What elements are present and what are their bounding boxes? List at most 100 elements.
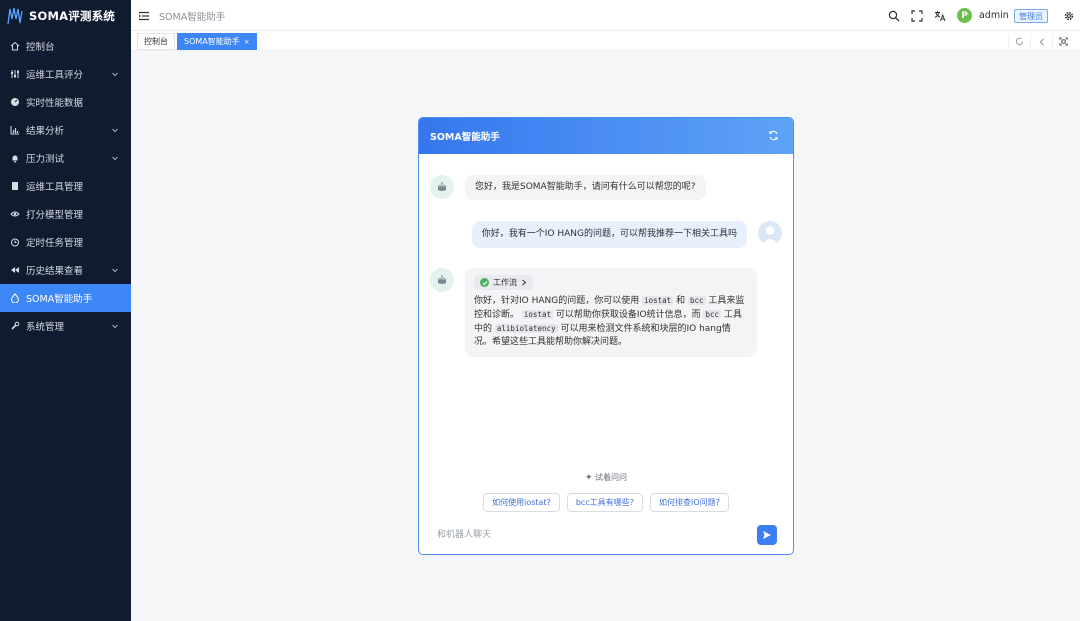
alarm-icon	[10, 237, 20, 247]
chevron-down-icon	[112, 128, 118, 133]
sidebar-item-system-admin[interactable]: 系统管理	[0, 312, 131, 340]
reply-text: 你好，针对IO HANG的问题，你可以使用	[474, 296, 640, 306]
tab-label: SOMA智能助手	[184, 37, 240, 46]
try-ask-text: 试着问问	[595, 473, 628, 482]
try-ask-label: ✦ 试着问问	[419, 472, 793, 483]
bar-chart-icon	[10, 125, 20, 135]
chevron-down-icon	[112, 268, 118, 273]
translate-icon[interactable]	[933, 9, 947, 23]
robot-icon	[438, 182, 446, 191]
drop-icon	[10, 293, 20, 303]
tab-soma-assistant[interactable]: SOMA智能助手 ×	[177, 33, 257, 50]
tab-close-icon[interactable]: ×	[244, 38, 250, 46]
bot-reply-bubble: 工作流 你好，针对IO HANG的问题，你可以使用 iostat 和 bcc 工…	[465, 268, 757, 357]
bot-avatar	[430, 175, 454, 199]
sidebar-item-label: 定时任务管理	[26, 238, 84, 249]
inline-code: iostat	[642, 296, 674, 305]
sidebar-item-label: 控制台	[26, 42, 55, 53]
document-icon	[10, 181, 20, 191]
chevron-down-icon	[112, 156, 118, 161]
page-title: SOMA智能助手	[159, 12, 226, 23]
tab-label: 控制台	[144, 37, 168, 46]
sidebar-item-stress-test[interactable]: 压力测试	[0, 144, 131, 172]
chevron-left-icon[interactable]	[1030, 34, 1052, 49]
eye-icon	[10, 209, 20, 219]
sidebar-item-realtime-perf[interactable]: 实时性能数据	[0, 88, 131, 116]
send-button[interactable]	[757, 525, 777, 545]
reply-text: 可以帮助你获取设备IO统计信息，而	[555, 310, 701, 320]
inline-code: bcc	[703, 310, 722, 319]
user-question-text: 你好，我有一个IO HANG的问题，可以帮我推荐一下相关工具吗	[481, 229, 737, 239]
sidebar-item-scoring-model[interactable]: 打分模型管理	[0, 200, 131, 228]
user-name[interactable]: admin	[979, 10, 1009, 21]
sidebar-item-result-analysis[interactable]: 结果分析	[0, 116, 131, 144]
suggestion-io-troubleshoot[interactable]: 如何排查IO问题?	[649, 493, 729, 512]
gauge-icon	[10, 97, 20, 107]
topbar: SOMA智能助手 P admin 管理员	[131, 0, 1080, 31]
suggestion-bcc-tools[interactable]: bcc工具有哪些?	[566, 493, 643, 512]
tabs-bar: 控制台 SOMA智能助手 ×	[131, 31, 1080, 51]
user-message-bubble: 你好，我有一个IO HANG的问题，可以帮我推荐一下相关工具吗	[471, 221, 747, 248]
tab-console[interactable]: 控制台	[137, 33, 175, 50]
send-icon	[763, 531, 771, 539]
chat-title: SOMA智能助手	[430, 132, 500, 143]
menu-toggle-icon[interactable]	[138, 10, 150, 22]
sidebar-item-label: 运维工具管理	[26, 182, 84, 193]
suggestion-iostat[interactable]: 如何使用iostat?	[483, 493, 560, 512]
expand-icon[interactable]	[1052, 34, 1074, 49]
reply-text: 和	[676, 296, 686, 306]
workflow-label: 工作流	[493, 278, 517, 287]
workflow-chip[interactable]: 工作流	[474, 275, 533, 290]
inline-code: bcc	[687, 296, 706, 305]
sidebar-item-label: 打分模型管理	[26, 210, 84, 221]
chat-input[interactable]	[429, 522, 783, 548]
bot-avatar	[430, 268, 454, 292]
home-icon	[10, 41, 20, 51]
chat-header: SOMA智能助手	[419, 118, 793, 154]
bell-icon	[10, 153, 20, 163]
check-circle-icon	[480, 278, 489, 287]
robot-icon	[438, 275, 446, 284]
user-silhouette-icon	[762, 226, 778, 245]
settings-gear-icon[interactable]	[1062, 9, 1076, 23]
logo-icon	[7, 7, 23, 25]
sliders-icon	[10, 69, 20, 79]
tabs-tools	[1008, 34, 1074, 49]
fullscreen-icon[interactable]	[910, 9, 924, 23]
refresh-tab-icon[interactable]	[1008, 34, 1030, 49]
user-chat-avatar	[758, 221, 782, 245]
sidebar-item-history[interactable]: 历史结果查看	[0, 256, 131, 284]
sidebar-item-scheduled-tasks[interactable]: 定时任务管理	[0, 228, 131, 256]
role-badge: 管理员	[1014, 9, 1048, 23]
sidebar-item-label: SOMA智能助手	[26, 294, 93, 305]
chevron-down-icon	[112, 324, 118, 329]
sidebar-item-label: 历史结果查看	[26, 266, 84, 277]
sidebar-item-tool-management[interactable]: 运维工具管理	[0, 172, 131, 200]
sparkle-icon: ✦	[584, 473, 593, 483]
refresh-icon[interactable]	[768, 130, 779, 141]
chevron-down-icon	[112, 72, 118, 77]
bot-greeting-text: 您好，我是SOMA智能助手，请问有什么可以帮您的呢?	[475, 182, 696, 192]
chat-panel: SOMA智能助手 您好，我是SOMA智能助手，请问有什么可以帮您的呢? 你好，我…	[418, 117, 794, 555]
bot-message-bubble: 您好，我是SOMA智能助手，请问有什么可以帮您的呢?	[465, 175, 706, 200]
sidebar-item-tool-scoring[interactable]: 运维工具评分	[0, 60, 131, 88]
chevron-right-icon	[522, 279, 527, 286]
sidebar-item-console[interactable]: 控制台	[0, 32, 131, 60]
inline-code: alibiolatency	[494, 324, 558, 333]
sidebar-item-label: 结果分析	[26, 126, 65, 137]
rewind-icon	[10, 265, 20, 275]
sidebar-item-label: 运维工具评分	[26, 70, 84, 81]
sidebar-item-label: 实时性能数据	[26, 98, 84, 109]
wrench-icon	[10, 321, 20, 331]
chat-input-area	[429, 522, 783, 548]
search-icon[interactable]	[887, 9, 901, 23]
sidebar-item-label: 压力测试	[26, 154, 65, 165]
app-title: SOMA评测系统	[29, 9, 116, 23]
inline-code: iostat	[521, 310, 553, 319]
sidebar-item-soma-assistant[interactable]: SOMA智能助手	[0, 284, 131, 312]
logo[interactable]: SOMA评测系统	[0, 0, 131, 32]
bot-reply-text: 你好，针对IO HANG的问题，你可以使用 iostat 和 bcc 工具来监控…	[474, 294, 748, 349]
suggestion-row: 如何使用iostat? bcc工具有哪些? 如何排查IO问题?	[419, 493, 793, 512]
user-avatar[interactable]: P	[957, 8, 972, 23]
sidebar-item-label: 系统管理	[26, 322, 65, 333]
